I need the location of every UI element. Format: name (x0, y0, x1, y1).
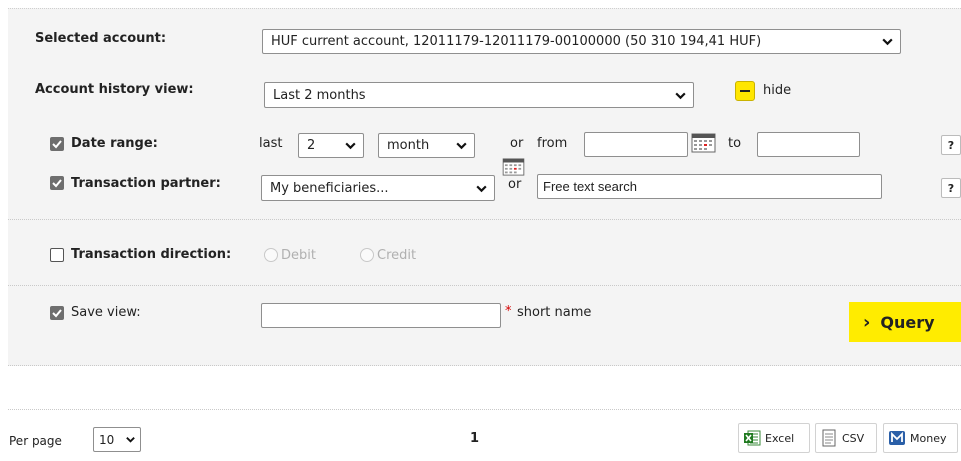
or-label: or (510, 136, 524, 151)
to-label: to (728, 136, 742, 151)
chevron-down-icon (476, 185, 487, 192)
money-label: Money (910, 431, 947, 445)
debit-radio[interactable] (264, 248, 278, 262)
partner-label: Transaction partner: (71, 176, 221, 191)
account-select[interactable]: HUF current account, 12011179-12011179-0… (262, 29, 901, 54)
date-from-input[interactable] (584, 132, 688, 157)
footer-divider (8, 409, 961, 410)
chevron-down-icon (456, 142, 467, 150)
panel-bottom-border (8, 365, 961, 366)
excel-label: Excel (765, 431, 795, 445)
direction-checkbox[interactable] (50, 248, 64, 262)
minus-icon (740, 90, 750, 92)
save-view-checkbox[interactable] (50, 306, 64, 320)
partner-select-value: My beneficiaries... (270, 180, 389, 196)
excel-icon (744, 430, 761, 446)
check-icon (52, 140, 62, 149)
per-page-value: 10 (99, 432, 115, 447)
export-csv-button[interactable]: CSV (815, 423, 877, 453)
chevron-right-icon: › (863, 311, 871, 333)
check-icon (52, 179, 62, 188)
date-unit-select[interactable]: month (378, 133, 475, 158)
required-mark: * (505, 304, 512, 319)
save-view-label: Save view: (71, 305, 141, 320)
export-money-button[interactable]: Money (883, 423, 958, 453)
partner-help-button[interactable]: ? (941, 178, 961, 198)
credit-label: Credit (377, 248, 417, 263)
view-name-input[interactable] (261, 303, 501, 328)
selected-account-label: Selected account: (35, 31, 167, 46)
history-view-label: Account history view: (35, 82, 194, 97)
date-count-select[interactable]: 2 (298, 133, 364, 158)
chevron-down-icon (882, 38, 893, 46)
chevron-down-icon (345, 142, 356, 150)
chevron-down-icon (126, 437, 135, 443)
chevron-down-icon (675, 92, 686, 99)
short-name-hint: short name (517, 305, 592, 320)
direction-label: Transaction direction: (71, 247, 232, 262)
calendar-icon[interactable] (691, 133, 716, 153)
partner-search-input[interactable] (537, 174, 882, 199)
hide-label[interactable]: hide (763, 83, 791, 98)
debit-label: Debit (281, 248, 316, 263)
money-icon (889, 431, 905, 445)
current-page[interactable]: 1 (470, 431, 479, 446)
section-divider (8, 285, 961, 286)
date-range-checkbox[interactable] (50, 137, 64, 151)
date-to-input[interactable] (757, 132, 860, 157)
check-icon (52, 309, 62, 318)
date-count-value: 2 (307, 138, 316, 153)
history-view-select[interactable]: Last 2 months (264, 82, 694, 108)
date-range-help-button[interactable]: ? (941, 135, 961, 155)
csv-icon (822, 429, 836, 447)
query-button[interactable]: › Query (849, 302, 961, 342)
date-range-label: Date range: (71, 136, 158, 151)
history-view-value: Last 2 months (273, 87, 366, 103)
per-page-select[interactable]: 10 (93, 427, 141, 452)
query-button-label: Query (880, 312, 935, 332)
partner-checkbox[interactable] (50, 176, 64, 190)
section-divider (8, 219, 961, 220)
from-label: from (537, 136, 568, 151)
hide-toggle-button[interactable] (735, 81, 755, 101)
date-unit-value: month (387, 138, 430, 153)
account-select-value: HUF current account, 12011179-12011179-0… (271, 34, 762, 49)
export-excel-button[interactable]: Excel (738, 423, 810, 453)
last-label: last (259, 136, 283, 151)
credit-radio[interactable] (360, 248, 374, 262)
partner-select[interactable]: My beneficiaries... (261, 175, 495, 201)
partner-or-label: or (508, 177, 522, 192)
calendar-icon[interactable] (502, 158, 525, 176)
per-page-label: Per page (9, 434, 62, 448)
csv-label: CSV (842, 431, 865, 445)
